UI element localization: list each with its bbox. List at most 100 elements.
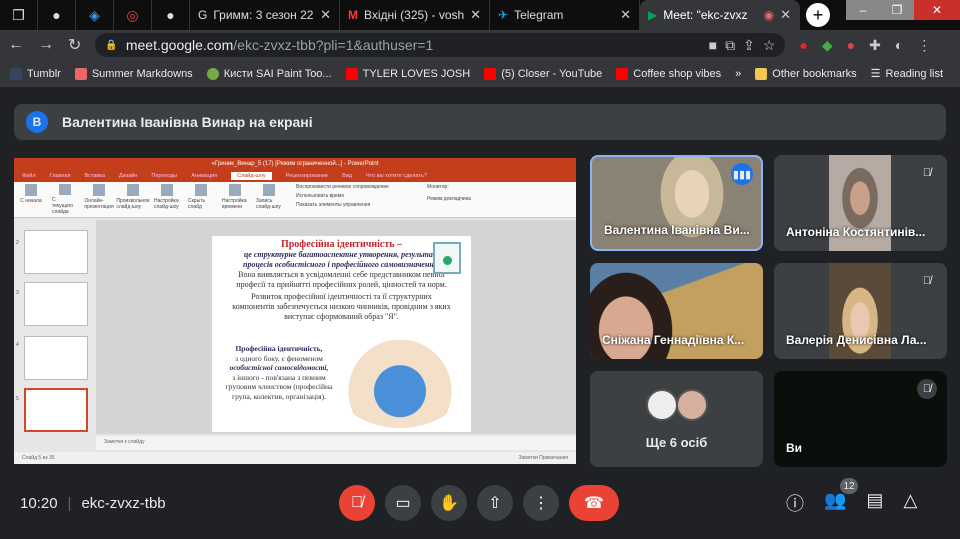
participant-tile[interactable]: 🎙̸ Валерія Денисівна Ла... xyxy=(774,263,947,359)
ribbon-button[interactable]: С текущего слайда xyxy=(52,184,78,215)
participant-tile[interactable]: ▮▮▮ Валентина Іванівна Ви... xyxy=(590,155,763,251)
bookmark[interactable]: Кисти SAI Paint Too... xyxy=(206,67,332,80)
screen-share[interactable]: «Гриник_Винар_5 (17) [Режим ограниченной… xyxy=(14,158,576,464)
slide-thumbnail[interactable] xyxy=(24,282,88,326)
avatar xyxy=(646,389,678,421)
extension-icon[interactable]: ◆ xyxy=(822,37,833,54)
tab-gmail[interactable]: M Вхідні (325) - voshyl ✕ xyxy=(340,0,490,30)
address-bar[interactable]: 🔒 meet.google.com/ekc-zvxz-tbb?pli=1&aut… xyxy=(95,33,786,57)
close-icon[interactable]: ✕ xyxy=(780,7,791,23)
slide-notes[interactable]: Заметки к слайду xyxy=(96,436,576,450)
ribbon: С начала С текущего слайда Онлайн-презента… xyxy=(14,182,576,218)
close-icon[interactable]: ✕ xyxy=(620,7,631,23)
ribbon-tab[interactable]: Анимация xyxy=(191,173,217,179)
ribbon-icon xyxy=(25,184,37,196)
ribbon-tab[interactable]: Главная xyxy=(50,173,71,179)
ribbon-button[interactable]: Произвольное слайд-шоу xyxy=(116,184,150,215)
tab-meet[interactable]: ▶ Meet: "ekc-zvxz ◉ ✕ xyxy=(640,0,800,30)
tab-grimm[interactable]: G Гримм: 3 сезон 22 с ✕ xyxy=(190,0,340,30)
camera-toggle-button[interactable]: ▭ xyxy=(385,485,421,521)
raise-hand-button[interactable]: ✋ xyxy=(431,485,467,521)
share-icon[interactable]: ⇪ xyxy=(743,37,755,54)
activities-button[interactable]: △ xyxy=(903,490,917,516)
ribbon-icon xyxy=(93,184,105,196)
ribbon-icon xyxy=(127,184,139,196)
thumb-number: 5 xyxy=(16,396,19,402)
star-icon[interactable]: ☆ xyxy=(763,37,776,54)
slide-thumbnail[interactable] xyxy=(24,336,88,380)
participant-tile[interactable]: Сніжана Геннадіївна К... xyxy=(590,263,763,359)
profile-avatar[interactable]: ◐ xyxy=(895,37,903,53)
present-icon: ⇧ xyxy=(488,495,502,512)
maximize-button[interactable]: ❐ xyxy=(880,0,914,20)
pinned-tab[interactable]: ❒ xyxy=(0,0,38,30)
slide-left-text: Професійна ідентичність, з одного боку, … xyxy=(218,344,340,401)
minimize-button[interactable]: – xyxy=(846,0,880,20)
ribbon-label: С начала xyxy=(20,198,42,204)
pinned-tab[interactable]: ● xyxy=(38,0,76,30)
more-participants-tile[interactable]: Ще 6 осіб xyxy=(590,371,763,467)
bookmark[interactable]: TYLER LOVES JOSH xyxy=(345,67,470,80)
ribbon-tab[interactable]: Вставка xyxy=(84,173,104,179)
people-button[interactable]: 👥 xyxy=(824,490,846,516)
extension-icon[interactable]: ● xyxy=(799,37,807,53)
ribbon-button[interactable]: Настройка слайд-шоу xyxy=(154,184,180,215)
new-tab-button[interactable]: + xyxy=(806,3,830,27)
ribbon-checkbox[interactable]: Использовать время xyxy=(296,193,389,199)
camera-icon[interactable]: ■ xyxy=(709,37,717,53)
more-bookmarks-button[interactable]: » xyxy=(735,68,741,80)
bookmark[interactable]: Coffee shop vibes xyxy=(616,67,721,80)
other-bookmarks[interactable]: Other bookmarks xyxy=(755,67,857,80)
slide-thumbnail-selected[interactable] xyxy=(24,388,88,432)
ribbon-button[interactable]: Скрыть слайд xyxy=(188,184,214,215)
ribbon-tab[interactable]: Переходы xyxy=(151,173,177,179)
more-options-button[interactable]: ⋮ xyxy=(523,485,559,521)
ribbon-button[interactable]: Онлайн-презентация xyxy=(84,184,114,215)
bookmark[interactable]: (5) Closer - YouTube xyxy=(484,67,602,80)
bookmark[interactable]: Summer Markdowns xyxy=(74,67,193,80)
reading-list[interactable]: ☰ Reading list xyxy=(871,67,943,81)
ribbon-button[interactable]: Настройка времени xyxy=(222,184,248,215)
pinned-tab[interactable]: ● xyxy=(152,0,190,30)
menu-icon[interactable]: ⋮ xyxy=(917,37,931,54)
ribbon-checkbox[interactable]: Воспроизвести речевое сопровождение xyxy=(296,184,389,190)
reload-button[interactable]: ↻ xyxy=(68,35,81,55)
info-button[interactable]: ⓘ xyxy=(786,490,804,516)
close-icon[interactable]: ✕ xyxy=(320,7,331,23)
extension-icon[interactable]: ● xyxy=(847,37,855,53)
participant-name: Сніжана Геннадіївна К... xyxy=(602,333,745,347)
pinned-tab[interactable]: ◈ xyxy=(76,0,114,30)
ribbon-tab[interactable]: Слайд-шоу xyxy=(231,172,272,180)
presenter-view-checkbox[interactable]: Режим докладчика xyxy=(427,196,471,202)
translate-icon[interactable]: ⧉ xyxy=(725,37,735,54)
ribbon-tab[interactable]: Рецензирование xyxy=(286,173,328,179)
close-icon[interactable]: ✕ xyxy=(470,7,481,23)
ribbon-checkbox[interactable]: Показать элементы управления xyxy=(296,202,389,208)
slide-text: Професійна ідентичність, xyxy=(235,344,323,353)
present-button[interactable]: ⇧ xyxy=(477,485,513,521)
tab-telegram[interactable]: ✈ Telegram ✕ xyxy=(490,0,640,30)
leave-call-button[interactable]: ☎ xyxy=(569,485,619,521)
ribbon-button[interactable]: Запись слайд-шоу xyxy=(256,184,282,215)
participant-tile[interactable]: 🎙̸ Антоніна Костянтинів... xyxy=(774,155,947,251)
bookmark[interactable]: Tumblr xyxy=(10,67,61,80)
puzzle-icon[interactable]: ✚ xyxy=(869,37,881,54)
back-button[interactable]: ← xyxy=(8,36,24,54)
ribbon-tab[interactable]: Файл xyxy=(22,173,36,179)
forward-button[interactable]: → xyxy=(38,36,54,54)
ribbon-button[interactable]: С начала xyxy=(18,184,44,215)
ribbon-tab[interactable]: Что вы хотите сделать? xyxy=(366,173,427,179)
chat-button[interactable]: ▤ xyxy=(866,490,883,516)
ribbon-icon xyxy=(161,184,173,196)
close-window-button[interactable]: ✕ xyxy=(914,0,960,20)
monitor-select[interactable]: Монитор: xyxy=(427,184,471,190)
pinned-tab[interactable]: ◎ xyxy=(114,0,152,30)
recording-icon: ◉ xyxy=(763,8,775,22)
ribbon-tab[interactable]: Дизайн xyxy=(119,173,138,179)
participant-tile-self[interactable]: 🎙̸ Ви xyxy=(774,371,947,467)
slide-thumbnail[interactable] xyxy=(24,230,88,274)
slide-heading: Професійна ідентичність – xyxy=(280,239,403,250)
mic-toggle-button[interactable]: 🎙̸ xyxy=(339,485,375,521)
tab-title: Meet: "ekc-zvxz xyxy=(663,8,748,22)
ribbon-tab[interactable]: Вид xyxy=(342,173,352,179)
